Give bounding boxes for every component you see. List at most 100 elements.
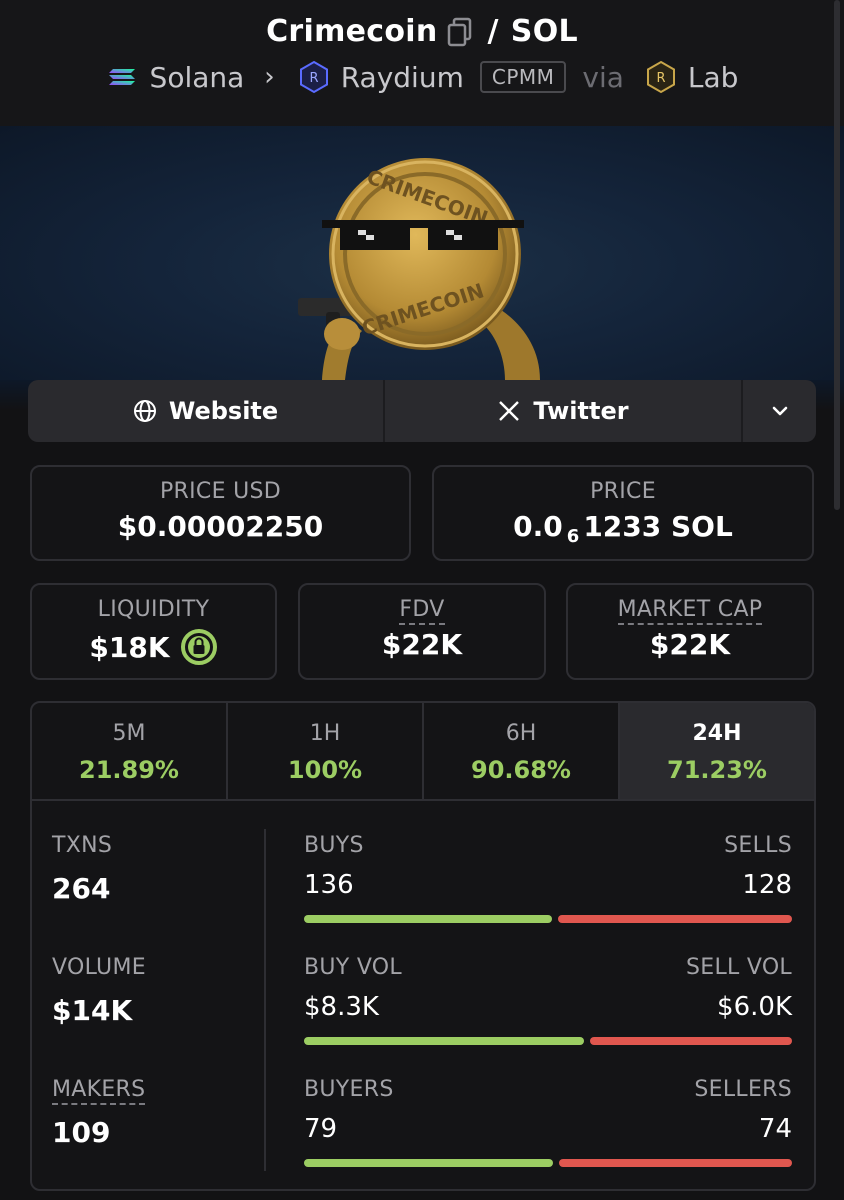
fdv-label[interactable]: FDV <box>399 597 445 625</box>
market-cap-value: $22K <box>649 628 731 661</box>
liquidity-label: LIQUIDITY <box>97 597 210 622</box>
chevron-right-icon: › <box>264 62 275 92</box>
market-cap-label[interactable]: MARKET CAP <box>617 597 763 625</box>
tab-change: 21.89% <box>79 756 179 784</box>
launchpad-link[interactable]: Lab <box>688 61 739 94</box>
tab-24h[interactable]: 24H 71.23% <box>620 703 814 799</box>
tab-change: 100% <box>287 756 363 784</box>
tab-5m[interactable]: 5M 21.89% <box>32 703 228 799</box>
copy-icon[interactable] <box>446 16 474 48</box>
liquidity-value: $18K <box>89 630 170 664</box>
volume-label: VOLUME <box>52 955 146 980</box>
buys-value: 136 <box>304 870 354 900</box>
price-native-label: PRICE <box>590 479 656 504</box>
fdv-box: FDV $22K <box>298 583 546 680</box>
buy-sell-breakdown: BUYS SELLS 136 128 BUY VOL SELL VOL $8.3K $6… <box>304 833 792 1189</box>
txns-value: 264 <box>52 872 111 905</box>
sellers-label: SELLERS <box>694 1077 792 1102</box>
sell-vol-share-bar <box>590 1037 792 1045</box>
price-usd-value: $0.00002250 <box>117 510 324 543</box>
column-divider <box>264 829 266 1171</box>
website-label: Website <box>168 397 279 425</box>
breadcrumb: Solana › R Raydium CPMM via R Lab <box>0 60 844 94</box>
tab-change: 90.68% <box>471 756 571 784</box>
raydium-icon: R <box>297 60 331 94</box>
txns-label: TXNS <box>52 833 113 858</box>
market-cap-label-wrap: MARKET CAP <box>568 597 812 625</box>
volume-stat: VOLUME $14K <box>52 955 262 1077</box>
buy-vol-label: BUY VOL <box>304 955 402 980</box>
pair-header: Crimecoin / SOL Solana › R Raydium CPMM … <box>0 0 844 126</box>
website-button[interactable]: Website <box>28 380 385 442</box>
chevron-down-icon <box>772 406 787 416</box>
timeframe-tabs: 5M 21.89% 1H 100% 6H 90.68% 24H 71.23% <box>32 703 814 801</box>
buyers-value: 79 <box>304 1114 338 1144</box>
social-links-bar: Website Twitter <box>28 380 816 442</box>
price-suffix: 1233 SOL <box>583 510 733 543</box>
x-logo-icon <box>499 401 520 421</box>
makers-value: 109 <box>52 1116 111 1149</box>
lock-icon[interactable] <box>180 628 218 666</box>
tab-change: 71.23% <box>667 756 767 784</box>
buys-label: BUYS <box>304 833 364 858</box>
buy-share-bar <box>304 915 552 923</box>
volume-split-row: BUY VOL SELL VOL $8.3K $6.0K <box>304 955 792 1077</box>
sellers-value: 74 <box>758 1114 792 1144</box>
fdv-value: $22K <box>381 628 463 661</box>
buy-vol-value: $8.3K <box>304 992 379 1022</box>
via-text: via <box>582 60 624 94</box>
more-links-button[interactable] <box>743 380 816 442</box>
price-native-value: 0.0 6 1233 SOL <box>434 510 812 547</box>
globe-icon <box>133 400 156 422</box>
market-cap-box: MARKET CAP $22K <box>566 583 814 680</box>
buyers-sellers-row: BUYERS SELLERS 79 74 <box>304 1077 792 1189</box>
page-scrollbar[interactable] <box>834 0 840 510</box>
makers-stat: MAKERS 109 <box>52 1077 262 1189</box>
price-zero-count: 6 <box>566 526 580 547</box>
txns-stat: TXNS 264 <box>52 833 262 955</box>
price-native-box: PRICE 0.0 6 1233 SOL <box>432 465 814 561</box>
sell-share-bar <box>558 915 792 923</box>
tab-label: 1H <box>309 721 341 746</box>
sell-vol-label: SELL VOL <box>685 955 792 980</box>
lab-icon: R <box>644 60 678 94</box>
price-prefix: 0.0 <box>513 510 563 543</box>
pool-type-badge: CPMM <box>479 61 567 93</box>
volume-split-bar <box>304 1037 792 1045</box>
solana-icon <box>106 60 140 94</box>
sells-label: SELLS <box>724 833 792 858</box>
twitter-label: Twitter <box>533 397 629 425</box>
token-name: Crimecoin <box>266 14 438 49</box>
sellers-share-bar <box>559 1159 792 1167</box>
tab-label: 6H <box>505 721 537 746</box>
price-usd-box: PRICE USD $0.00002250 <box>30 465 411 561</box>
liquidity-box: LIQUIDITY $18K <box>30 583 277 680</box>
buyers-label: BUYERS <box>304 1077 394 1102</box>
tab-label: 5M <box>112 721 146 746</box>
fdv-label-wrap: FDV <box>300 597 544 625</box>
sell-vol-value: $6.0K <box>717 992 792 1022</box>
tab-1h[interactable]: 1H 100% <box>228 703 424 799</box>
volume-value: $14K <box>52 994 133 1027</box>
tab-label: 24H <box>692 721 742 746</box>
pair-title: Crimecoin / SOL <box>0 14 844 49</box>
buy-vol-share-bar <box>304 1037 584 1045</box>
makers-label[interactable]: MAKERS <box>52 1077 146 1105</box>
svg-text:R: R <box>656 71 665 86</box>
pair-separator: / <box>487 14 499 49</box>
buyers-sellers-bar <box>304 1159 792 1167</box>
liquidity-row: $18K <box>32 628 275 666</box>
token-banner-image: CRIMECOIN CRIMECOIN <box>0 126 844 380</box>
sells-value: 128 <box>742 870 792 900</box>
chain-link[interactable]: Solana <box>150 61 245 94</box>
trading-stats-panel: 5M 21.89% 1H 100% 6H 90.68% 24H 71.23% T… <box>30 701 816 1191</box>
svg-text:R: R <box>309 71 318 86</box>
summary-stats: TXNS 264 VOLUME $14K MAKERS 109 <box>52 833 262 1189</box>
buys-sells-row: BUYS SELLS 136 128 <box>304 833 792 955</box>
quote-token: SOL <box>510 14 578 49</box>
dex-link[interactable]: Raydium <box>341 61 464 94</box>
buys-sells-bar <box>304 915 792 923</box>
buyers-share-bar <box>304 1159 553 1167</box>
twitter-button[interactable]: Twitter <box>385 380 743 442</box>
tab-6h[interactable]: 6H 90.68% <box>424 703 620 799</box>
